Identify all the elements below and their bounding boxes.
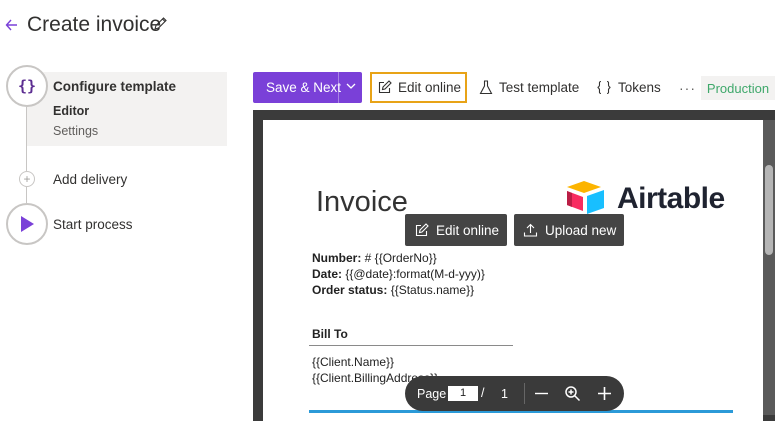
page-separator: / bbox=[481, 386, 485, 400]
field-number-label: Number: bbox=[312, 251, 362, 265]
step-add-delivery[interactable]: Add delivery bbox=[53, 172, 127, 187]
page-number-input[interactable] bbox=[448, 386, 478, 401]
document-title: Invoice bbox=[316, 186, 408, 218]
edit-online-label: Edit online bbox=[398, 80, 462, 95]
overlay-upload-new-button[interactable]: Upload new bbox=[514, 214, 624, 246]
edit-icon bbox=[378, 80, 392, 94]
logo-wordmark: Airtable bbox=[617, 182, 725, 215]
page-label: Page bbox=[417, 387, 447, 401]
zoom-in-icon[interactable] bbox=[596, 385, 613, 402]
chevron-down-icon bbox=[346, 83, 356, 89]
braces-icon: {} bbox=[17, 77, 37, 95]
tokens-label: Tokens bbox=[618, 80, 661, 95]
overlay-upload-new-label: Upload new bbox=[545, 222, 617, 238]
upload-icon bbox=[523, 223, 538, 237]
step-connector bbox=[26, 187, 27, 203]
field-status: Order status: {{Status.name}} bbox=[312, 283, 474, 297]
scrollbar-thumb[interactable] bbox=[765, 165, 773, 255]
substep-settings[interactable]: Settings bbox=[53, 124, 98, 138]
page-title: Create invoice bbox=[27, 13, 162, 36]
tokens-button[interactable]: Tokens bbox=[596, 72, 661, 103]
braces-icon bbox=[597, 80, 611, 95]
split-divider bbox=[338, 72, 339, 103]
overlay-edit-online-button[interactable]: Edit online bbox=[405, 214, 507, 246]
zoom-search-icon[interactable] bbox=[564, 385, 581, 402]
configure-step-node[interactable]: {} bbox=[6, 65, 48, 107]
airtable-logo-icon bbox=[567, 181, 604, 214]
field-status-value: {{Status.name}} bbox=[387, 283, 475, 297]
add-step-icon[interactable]: + bbox=[19, 171, 35, 187]
save-next-button[interactable]: Save & Next bbox=[253, 72, 362, 103]
field-date: Date: {{@date}:format(M-d-yyy)} bbox=[312, 267, 485, 281]
more-options-button[interactable]: ··· bbox=[679, 72, 696, 103]
toolbar-divider bbox=[524, 383, 525, 404]
test-template-button[interactable]: Test template bbox=[479, 72, 579, 103]
field-number-value: # {{OrderNo}} bbox=[361, 251, 437, 265]
field-number: Number: # {{OrderNo}} bbox=[312, 251, 437, 265]
step-start-process[interactable]: Start process bbox=[53, 217, 133, 232]
field-date-label: Date: bbox=[312, 267, 343, 281]
save-next-label: Save & Next bbox=[266, 80, 342, 95]
page-total: 1 bbox=[501, 387, 508, 401]
edit-icon bbox=[415, 222, 429, 236]
step-configure-template[interactable]: Configure template bbox=[53, 79, 176, 94]
field-status-label: Order status: bbox=[312, 283, 388, 297]
substep-editor[interactable]: Editor bbox=[53, 104, 89, 118]
bill-to-heading: Bill To bbox=[312, 327, 348, 341]
play-icon bbox=[21, 216, 34, 232]
overlay-edit-online-label: Edit online bbox=[436, 222, 500, 238]
field-date-value: {{@date}:format(M-d-yyy)} bbox=[342, 267, 485, 281]
start-step-node[interactable] bbox=[6, 203, 48, 245]
test-template-label: Test template bbox=[499, 80, 580, 95]
back-arrow-icon[interactable] bbox=[5, 14, 21, 36]
step-connector bbox=[26, 107, 27, 171]
pencil-icon[interactable] bbox=[153, 16, 168, 31]
page-toolbar: Page / 1 bbox=[405, 376, 624, 411]
environment-badge[interactable]: Production bbox=[701, 76, 775, 100]
flask-icon bbox=[479, 80, 493, 95]
client-name: {{Client.Name}} bbox=[312, 355, 395, 369]
edit-online-button[interactable]: Edit online bbox=[370, 72, 467, 103]
zoom-out-icon[interactable] bbox=[533, 385, 550, 402]
bill-to-divider bbox=[309, 345, 513, 346]
